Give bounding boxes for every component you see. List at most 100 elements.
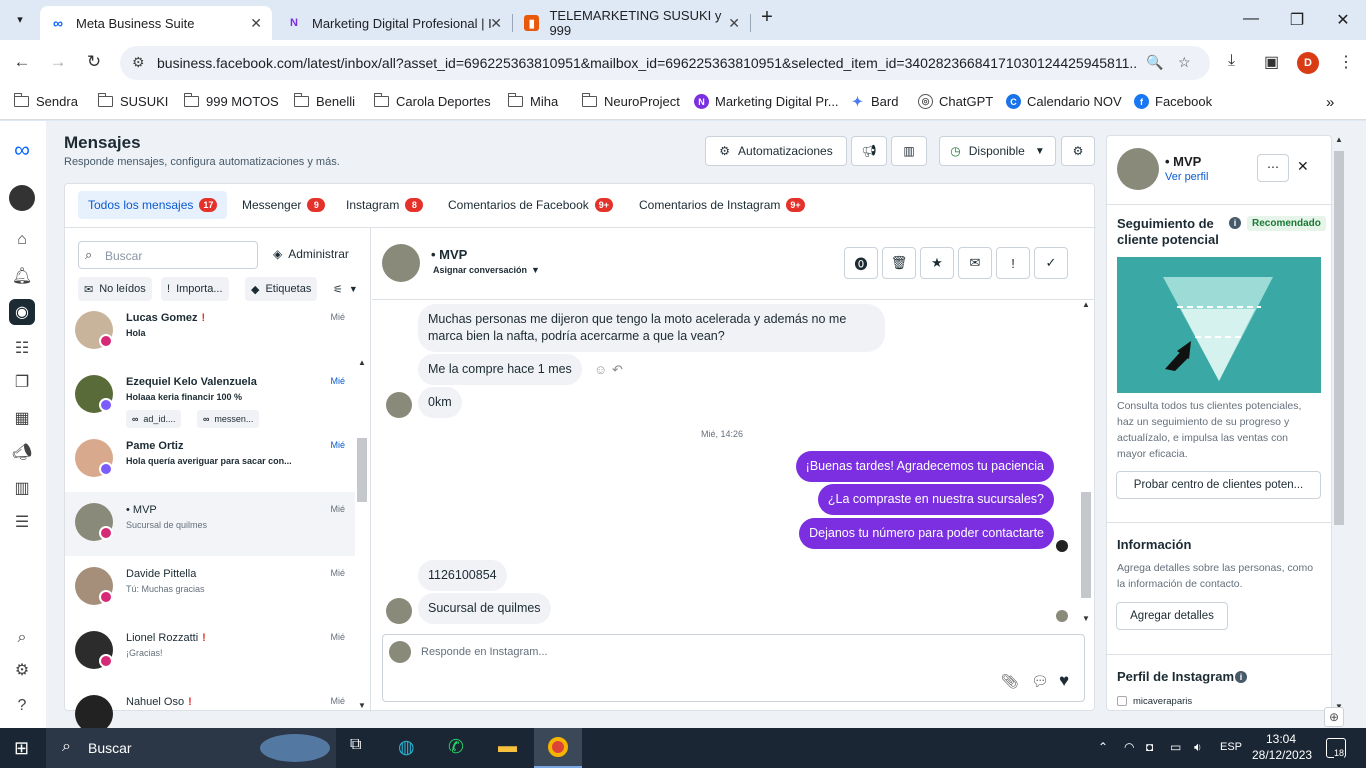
inbox-icon[interactable]: ◉ [9, 299, 35, 325]
bookmark-marketing[interactable]: N Marketing Digital Pr... [694, 94, 839, 109]
ads-icon[interactable]: 📣︎ [11, 441, 33, 463]
zoom-icon[interactable]: 🔍 [1146, 54, 1163, 71]
instagram-username[interactable]: micaveraparis [1117, 696, 1192, 707]
tab-facebook-comments[interactable]: Comentarios de Facebook 9+ [438, 191, 623, 219]
reload-icon[interactable]: ↻ [82, 52, 106, 72]
forward-icon[interactable]: → [46, 52, 70, 72]
address-bar[interactable]: ⚙ business.facebook.com/latest/inbox/all… [120, 46, 1210, 80]
clock-date[interactable]: 28/12/2023 [1252, 748, 1312, 762]
megaphone-button[interactable]: 📢︎ [851, 136, 887, 166]
try-leads-center-button[interactable]: Probar centro de clientes poten... [1116, 471, 1321, 499]
bookmark-carola[interactable]: Carola Deportes [374, 93, 491, 109]
scroll-thumb[interactable] [1081, 492, 1091, 598]
scroll-down-icon[interactable]: ▼ [357, 701, 367, 710]
bookmark-facebook[interactable]: f Facebook [1134, 94, 1212, 109]
windows-start-icon[interactable]: ⊞ [14, 738, 29, 759]
assign-dropdown[interactable]: Asignar conversación ▼ [433, 265, 540, 275]
tab-meta-business[interactable]: ∞ Meta Business Suite ✕ [40, 6, 272, 40]
spam-button[interactable]: ⓿ [844, 247, 878, 279]
add-details-button[interactable]: Agregar detalles [1116, 602, 1228, 630]
language-indicator[interactable]: ESP [1220, 741, 1242, 753]
right-panel-scrollbar[interactable]: ▲ ▼ [1333, 135, 1345, 711]
delete-button[interactable]: 🗑︎ [882, 247, 916, 279]
bookmark-star-icon[interactable]: ☆ [1178, 54, 1191, 71]
mark-important-button[interactable]: ! [996, 247, 1030, 279]
list-item[interactable]: Lucas Gomez! Hola Mié [65, 300, 355, 364]
bookmark-calendario[interactable]: C Calendario NOV [1006, 94, 1122, 109]
site-info-icon[interactable]: ⚙ [132, 54, 145, 71]
list-item[interactable]: Lionel Rozzatti! ¡Gracias! Mié [65, 620, 355, 684]
saved-replies-icon[interactable]: 💬︎ [1031, 673, 1049, 690]
edge-icon[interactable]: ◍ [398, 736, 415, 759]
wifi-icon[interactable]: ◠ [1124, 740, 1134, 754]
scroll-up-icon[interactable]: ▲ [357, 358, 367, 367]
more-options-button[interactable]: ⋯ [1257, 154, 1289, 182]
bookmark-999motos[interactable]: 999 MOTOS [184, 93, 279, 109]
scroll-up-icon[interactable]: ▲ [1333, 135, 1345, 144]
settings-button[interactable]: ⚙ [1061, 136, 1095, 166]
volume-icon[interactable]: 🔉︎ [1194, 740, 1202, 755]
tab-telemarketing[interactable]: ▮ TELEMARKETING SUSUKI y 999 ✕ [514, 6, 750, 40]
list-item[interactable]: • MVP Sucursal de quilmes Mié [65, 492, 355, 556]
tab-instagram[interactable]: Instagram 8 [336, 191, 433, 219]
filter-important[interactable]: ! Importa... [161, 277, 229, 301]
scroll-thumb[interactable] [357, 438, 367, 502]
bookmark-sendra[interactable]: Sendra [14, 93, 78, 109]
notification-center-icon[interactable]: 18 [1326, 738, 1346, 758]
react-icon[interactable]: ☺ [594, 362, 607, 377]
attach-icon[interactable]: 📎︎ [1001, 673, 1019, 690]
view-profile-link[interactable]: Ver perfil [1165, 171, 1208, 183]
menu-icon[interactable]: ☰ [11, 511, 33, 533]
label-chip[interactable]: ∞ messen... [197, 410, 260, 428]
bookmark-benelli[interactable]: Benelli [294, 93, 355, 109]
tab-messenger[interactable]: Messenger 9 [232, 191, 335, 219]
bookmark-susuki[interactable]: SUSUKI [98, 93, 168, 109]
restore-icon[interactable]: ❐ [1274, 10, 1320, 30]
contacts-icon[interactable]: ☷ [11, 337, 33, 359]
mark-unread-button[interactable]: ✉ [958, 247, 992, 279]
search-input[interactable]: ⌕ Buscar [78, 241, 258, 269]
chat-contact-name[interactable]: • MVP [431, 247, 467, 262]
whatsapp-icon[interactable]: ✆ [448, 736, 464, 759]
tab-search-icon[interactable]: ▾ [10, 10, 30, 30]
list-item[interactable]: Ezequiel Kelo Valenzuela Holaaa keria fi… [65, 364, 355, 428]
tab-all-messages[interactable]: Todos los mensajes 17 [78, 191, 228, 219]
taskbar-search[interactable]: ⌕ Buscar [46, 728, 336, 768]
side-panel-icon[interactable]: ▣ [1264, 52, 1279, 72]
thread-scrollbar[interactable]: ▲ ▼ [1080, 300, 1092, 625]
reply-icon[interactable]: ↶ [612, 362, 623, 378]
filter-options[interactable]: ⚟ ▼ [327, 277, 364, 301]
bookmark-chatgpt[interactable]: ◎ ChatGPT [918, 94, 993, 109]
manage-button[interactable]: ◈ Administrar [273, 247, 349, 261]
menu-dots-icon[interactable]: ⋮ [1338, 52, 1354, 72]
label-chip[interactable]: ∞ ad_id.... [126, 410, 182, 428]
reply-input[interactable]: Responde en Instagram... [421, 646, 548, 658]
account-avatar[interactable] [9, 185, 35, 211]
tray-chevron-icon[interactable]: ⌃ [1098, 740, 1108, 754]
filter-unread[interactable]: ✉ No leídos [78, 277, 152, 301]
notifications-icon[interactable]: 🔔︎ [11, 265, 33, 287]
done-button[interactable]: ✓ [1034, 247, 1068, 279]
tab-marketing[interactable]: N Marketing Digital Profesional | I ✕ [276, 6, 512, 40]
scroll-thumb[interactable] [1334, 151, 1344, 525]
minimize-icon[interactable]: — [1228, 10, 1274, 28]
chrome-taskbar-button[interactable] [534, 728, 582, 768]
settings-icon[interactable]: ⚙ [11, 659, 33, 681]
star-button[interactable]: ★ [920, 247, 954, 279]
heart-icon[interactable]: ♥ [1059, 671, 1069, 691]
meta-logo-icon[interactable]: ∞ [11, 137, 33, 162]
task-view-icon[interactable]: ⧉ [350, 736, 361, 754]
list-item[interactable]: Pame Ortiz Hola quería averiguar para sa… [65, 428, 355, 492]
stats-button[interactable]: ▥ [891, 136, 927, 166]
close-window-icon[interactable]: ✕ [1320, 10, 1366, 30]
search-icon[interactable]: ⌕ [11, 627, 33, 649]
bookmark-miha[interactable]: Miha [508, 93, 558, 109]
scroll-up-icon[interactable]: ▲ [1080, 300, 1092, 309]
avatar[interactable] [1117, 148, 1159, 190]
info-icon[interactable]: i [1235, 671, 1247, 683]
availability-dropdown[interactable]: ◷ Disponible ▼ [939, 136, 1056, 166]
globe-icon[interactable]: ⊕ [1324, 707, 1344, 727]
bookmarks-overflow-icon[interactable]: » [1326, 94, 1334, 111]
close-tab-icon[interactable]: ✕ [250, 15, 262, 32]
bookmark-neuroproject[interactable]: NeuroProject [582, 93, 680, 109]
